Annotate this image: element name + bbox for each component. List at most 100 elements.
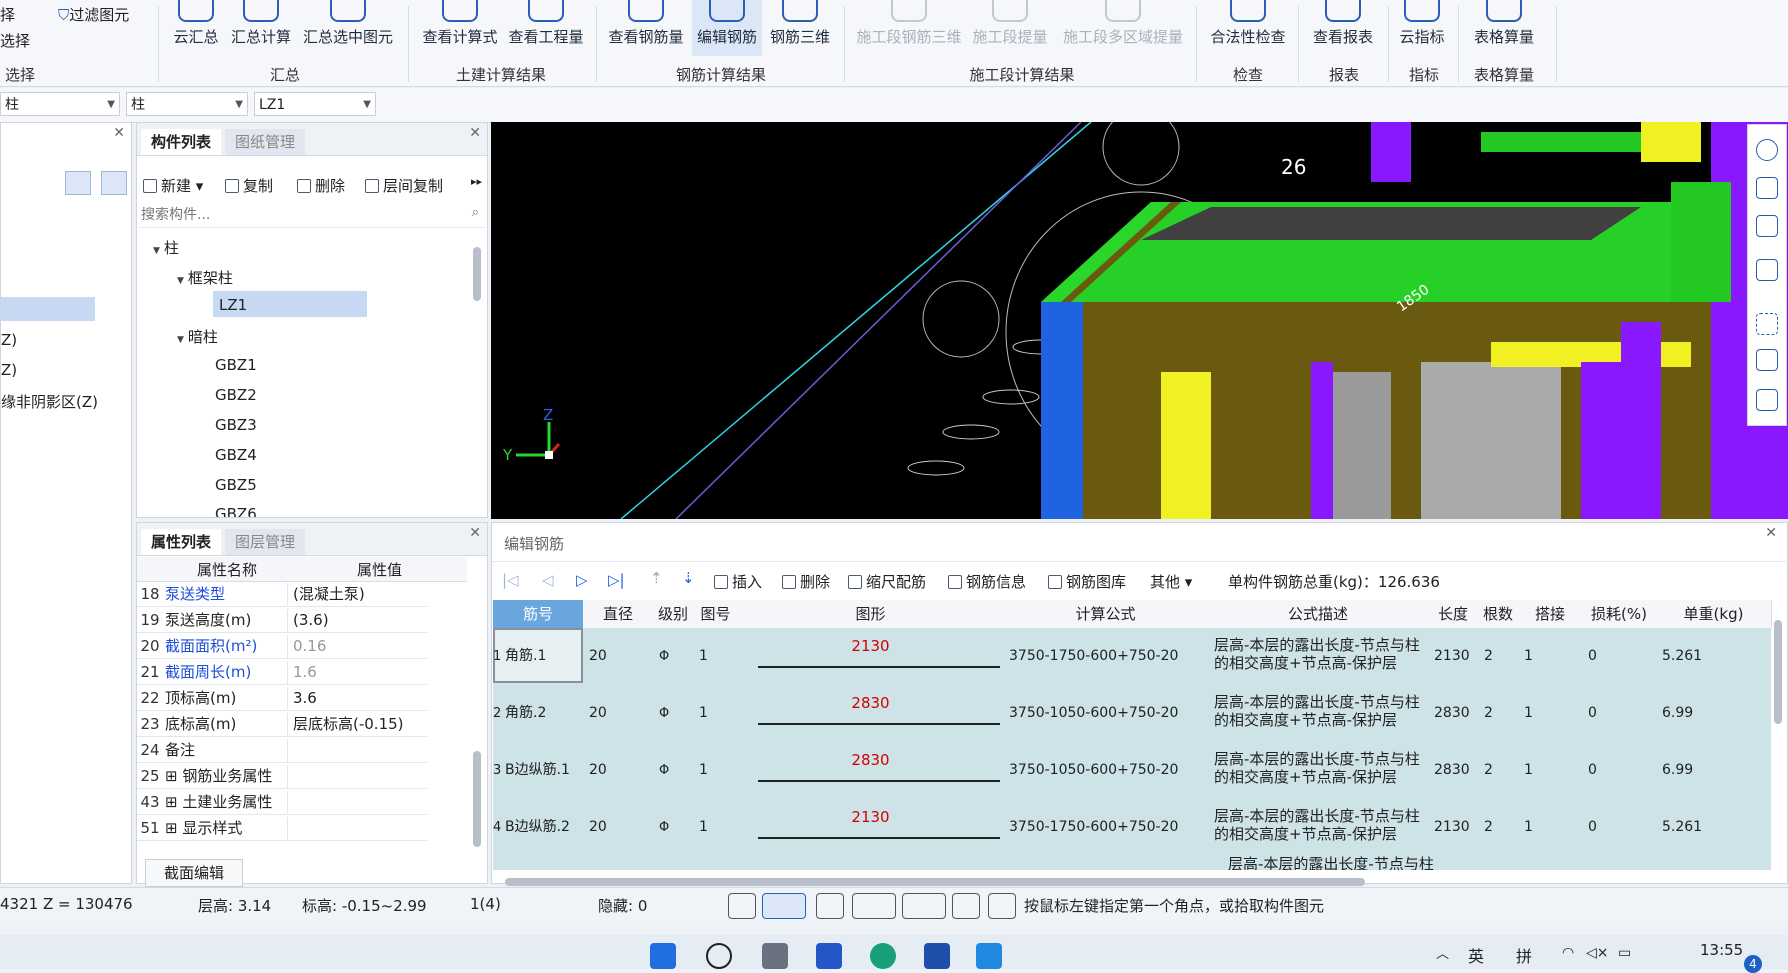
layer-list-icon[interactable]	[1756, 389, 1778, 411]
close-icon[interactable]: ✕	[113, 125, 125, 141]
ime-lang[interactable]: 英	[1468, 943, 1484, 967]
more-icon[interactable]: ▸▸	[471, 175, 482, 188]
cell-formula[interactable]: 3750-1750-600+750-20	[1009, 799, 1206, 856]
tree-root[interactable]: ▼ 柱	[153, 237, 179, 258]
edit-rebar-button[interactable]: 编辑钢筋	[692, 0, 762, 56]
cell-dia[interactable]: 20	[589, 685, 651, 742]
property-row[interactable]: 24 备注	[137, 739, 427, 763]
search-icon[interactable]: ⌕	[472, 205, 479, 220]
search-box[interactable]: ⌕	[139, 203, 485, 228]
section-edit-button[interactable]: 截面编辑	[145, 859, 243, 887]
column-header[interactable]: 损耗(%)	[1582, 600, 1657, 629]
property-row[interactable]: 43 ⊞ 土建业务属性	[137, 791, 427, 815]
angle-snap-icon[interactable]	[852, 893, 896, 919]
nav-item[interactable]: Z)	[1, 361, 17, 379]
detail-view-icon[interactable]	[101, 171, 127, 195]
cell-fig[interactable]: 1	[699, 628, 736, 685]
formula-description[interactable]: 层高-本层的露出长度-节点与柱的相交高度+节点高-保护层	[1214, 693, 1422, 733]
property-value[interactable]: (3.6)	[293, 609, 443, 632]
property-row[interactable]: 23 底标高(m) 层底标高(-0.15)	[137, 713, 427, 737]
prev-record-icon[interactable]: ◁	[542, 571, 554, 589]
rebar-info-button[interactable]: 钢筋信息	[948, 571, 1026, 592]
column-header[interactable]: 筋号	[493, 600, 584, 629]
property-row[interactable]: 20 截面面积(m²) 0.16	[137, 635, 427, 659]
cell-weight[interactable]: 5.261	[1662, 799, 1769, 856]
cell-fig[interactable]: 1	[699, 685, 736, 742]
cell-fig[interactable]: 1	[699, 799, 736, 856]
cell-formula[interactable]: 3750-1750-600+750-20	[1009, 628, 1206, 685]
property-row[interactable]: 19 泵送高度(m) (3.6)	[137, 609, 427, 633]
summary-selected-button[interactable]: 汇总选中图元	[300, 0, 396, 56]
cell-weight[interactable]: 5.261	[1662, 628, 1769, 685]
select-item-a[interactable]: 择	[0, 4, 15, 25]
cell-len[interactable]: 2830	[1434, 742, 1476, 799]
cell-weight[interactable]: 6.99	[1662, 685, 1769, 742]
tree-item-lz1[interactable]: LZ1	[219, 296, 247, 314]
floor-select[interactable]: 柱 ▼	[0, 92, 120, 116]
column-header[interactable]: 级别	[653, 600, 694, 629]
table-row[interactable]: 4 B边纵筋.2 20 Φ 1 2130 3750-1750-600+750-20 层高-本层…	[493, 799, 1771, 857]
delete-button[interactable]: 删除	[297, 175, 345, 196]
property-row[interactable]: 21 截面周长(m) 1.6	[137, 661, 427, 685]
display-mode-icon[interactable]	[1756, 259, 1778, 281]
column-header[interactable]: 图号	[693, 600, 739, 629]
cell-dia[interactable]: 20	[589, 799, 651, 856]
tree-item[interactable]: GBZ2	[215, 386, 257, 404]
stage-rebar-3d-button[interactable]: 施工段钢筋三维	[854, 0, 964, 56]
offset-icon[interactable]	[902, 893, 946, 919]
property-value[interactable]: 1.6	[293, 661, 443, 684]
formula-description[interactable]: 层高-本层的露出长度-节点与柱的相交高度+节点高-保护层	[1214, 807, 1422, 847]
rebar-shape[interactable]: 2130	[738, 628, 1003, 685]
column-header[interactable]: 搭接	[1518, 600, 1583, 629]
3d-view-canvas[interactable]: 26 1850 Y Z	[491, 122, 1788, 519]
rebar-shape[interactable]: 2830	[738, 685, 1003, 742]
close-icon[interactable]: ✕	[469, 125, 481, 141]
grid-icon[interactable]	[952, 893, 980, 919]
type-select[interactable]: 柱 ▼	[126, 92, 248, 116]
tree-item[interactable]: GBZ4	[215, 446, 257, 464]
scrollbar[interactable]	[473, 751, 481, 847]
cell-grade[interactable]: Φ	[659, 628, 691, 685]
formula-description[interactable]: 层高-本层的露出长度-节点与柱的相交高度+节点高-保护层	[1214, 750, 1422, 790]
table-row[interactable]: 2 角筋.2 20 Φ 1 2830 3750-1050-600+750-20 层高-本层的露…	[493, 685, 1771, 743]
rebar-library-button[interactable]: 钢筋图库	[1048, 571, 1126, 592]
tab-drawing-manage[interactable]: 图纸管理	[225, 129, 306, 155]
property-value[interactable]: 0.16	[293, 635, 443, 658]
tab-component-list[interactable]: 构件列表	[141, 129, 222, 155]
column-header[interactable]: 计算公式	[1003, 600, 1209, 629]
formula-description[interactable]: 层高-本层的露出长度-节点与柱的相交高度+节点高-保护层	[1214, 636, 1422, 676]
table-calc-button[interactable]: 表格算量	[1466, 0, 1542, 56]
cell-len[interactable]: 2130	[1434, 628, 1476, 685]
cell-len[interactable]: 2130	[1434, 799, 1476, 856]
table-row[interactable]: 1 角筋.1 20 Φ 1 2130 3750-1750-600+750-20 层高-本层的露…	[493, 628, 1771, 686]
rebar-3d-button[interactable]: 钢筋三维	[766, 0, 834, 56]
first-record-icon[interactable]: |◁	[502, 571, 519, 589]
column-header[interactable]: 根数	[1478, 600, 1519, 629]
list-view-icon[interactable]	[65, 171, 91, 195]
tree-item[interactable]: GBZ1	[215, 356, 257, 374]
new-button[interactable]: 新建 ▾	[143, 175, 203, 196]
view-quantity-button[interactable]: 查看工程量	[506, 0, 586, 56]
cell-name[interactable]: 角筋.2	[505, 685, 587, 742]
nav-item[interactable]: Z)	[1, 331, 17, 349]
search-input[interactable]	[139, 203, 443, 227]
tree-item[interactable]: GBZ6	[215, 505, 257, 517]
last-record-icon[interactable]: ▷|	[608, 571, 625, 589]
rebar-shape[interactable]: 2130	[738, 799, 1003, 856]
battery-icon[interactable]: ▭	[1618, 945, 1631, 961]
view-formula-button[interactable]: 查看计算式	[416, 0, 504, 56]
orthogonal-icon[interactable]	[728, 893, 756, 919]
filter-button[interactable]: ⛉过滤图元	[58, 4, 129, 25]
view-report-button[interactable]: 查看报表	[1306, 0, 1380, 56]
table-row[interactable]: 3 B边纵筋.1 20 Φ 1 2830 3750-1050-600+750-20 层高-本层…	[493, 742, 1771, 800]
cell-name[interactable]: B边纵筋.1	[505, 742, 587, 799]
ime-mode[interactable]: 拼	[1516, 943, 1532, 967]
wifi-icon[interactable]: ◠	[1562, 945, 1574, 961]
cloud-summary-button[interactable]: 云汇总	[168, 0, 224, 56]
cell-loss[interactable]: 0	[1588, 799, 1654, 856]
task-view-icon[interactable]	[762, 943, 788, 969]
cell-lap[interactable]: 1	[1524, 628, 1580, 685]
column-header[interactable]: 公式描述	[1208, 600, 1429, 629]
cell-lap[interactable]: 1	[1524, 742, 1580, 799]
summary-calc-button[interactable]: 汇总计算	[228, 0, 294, 56]
